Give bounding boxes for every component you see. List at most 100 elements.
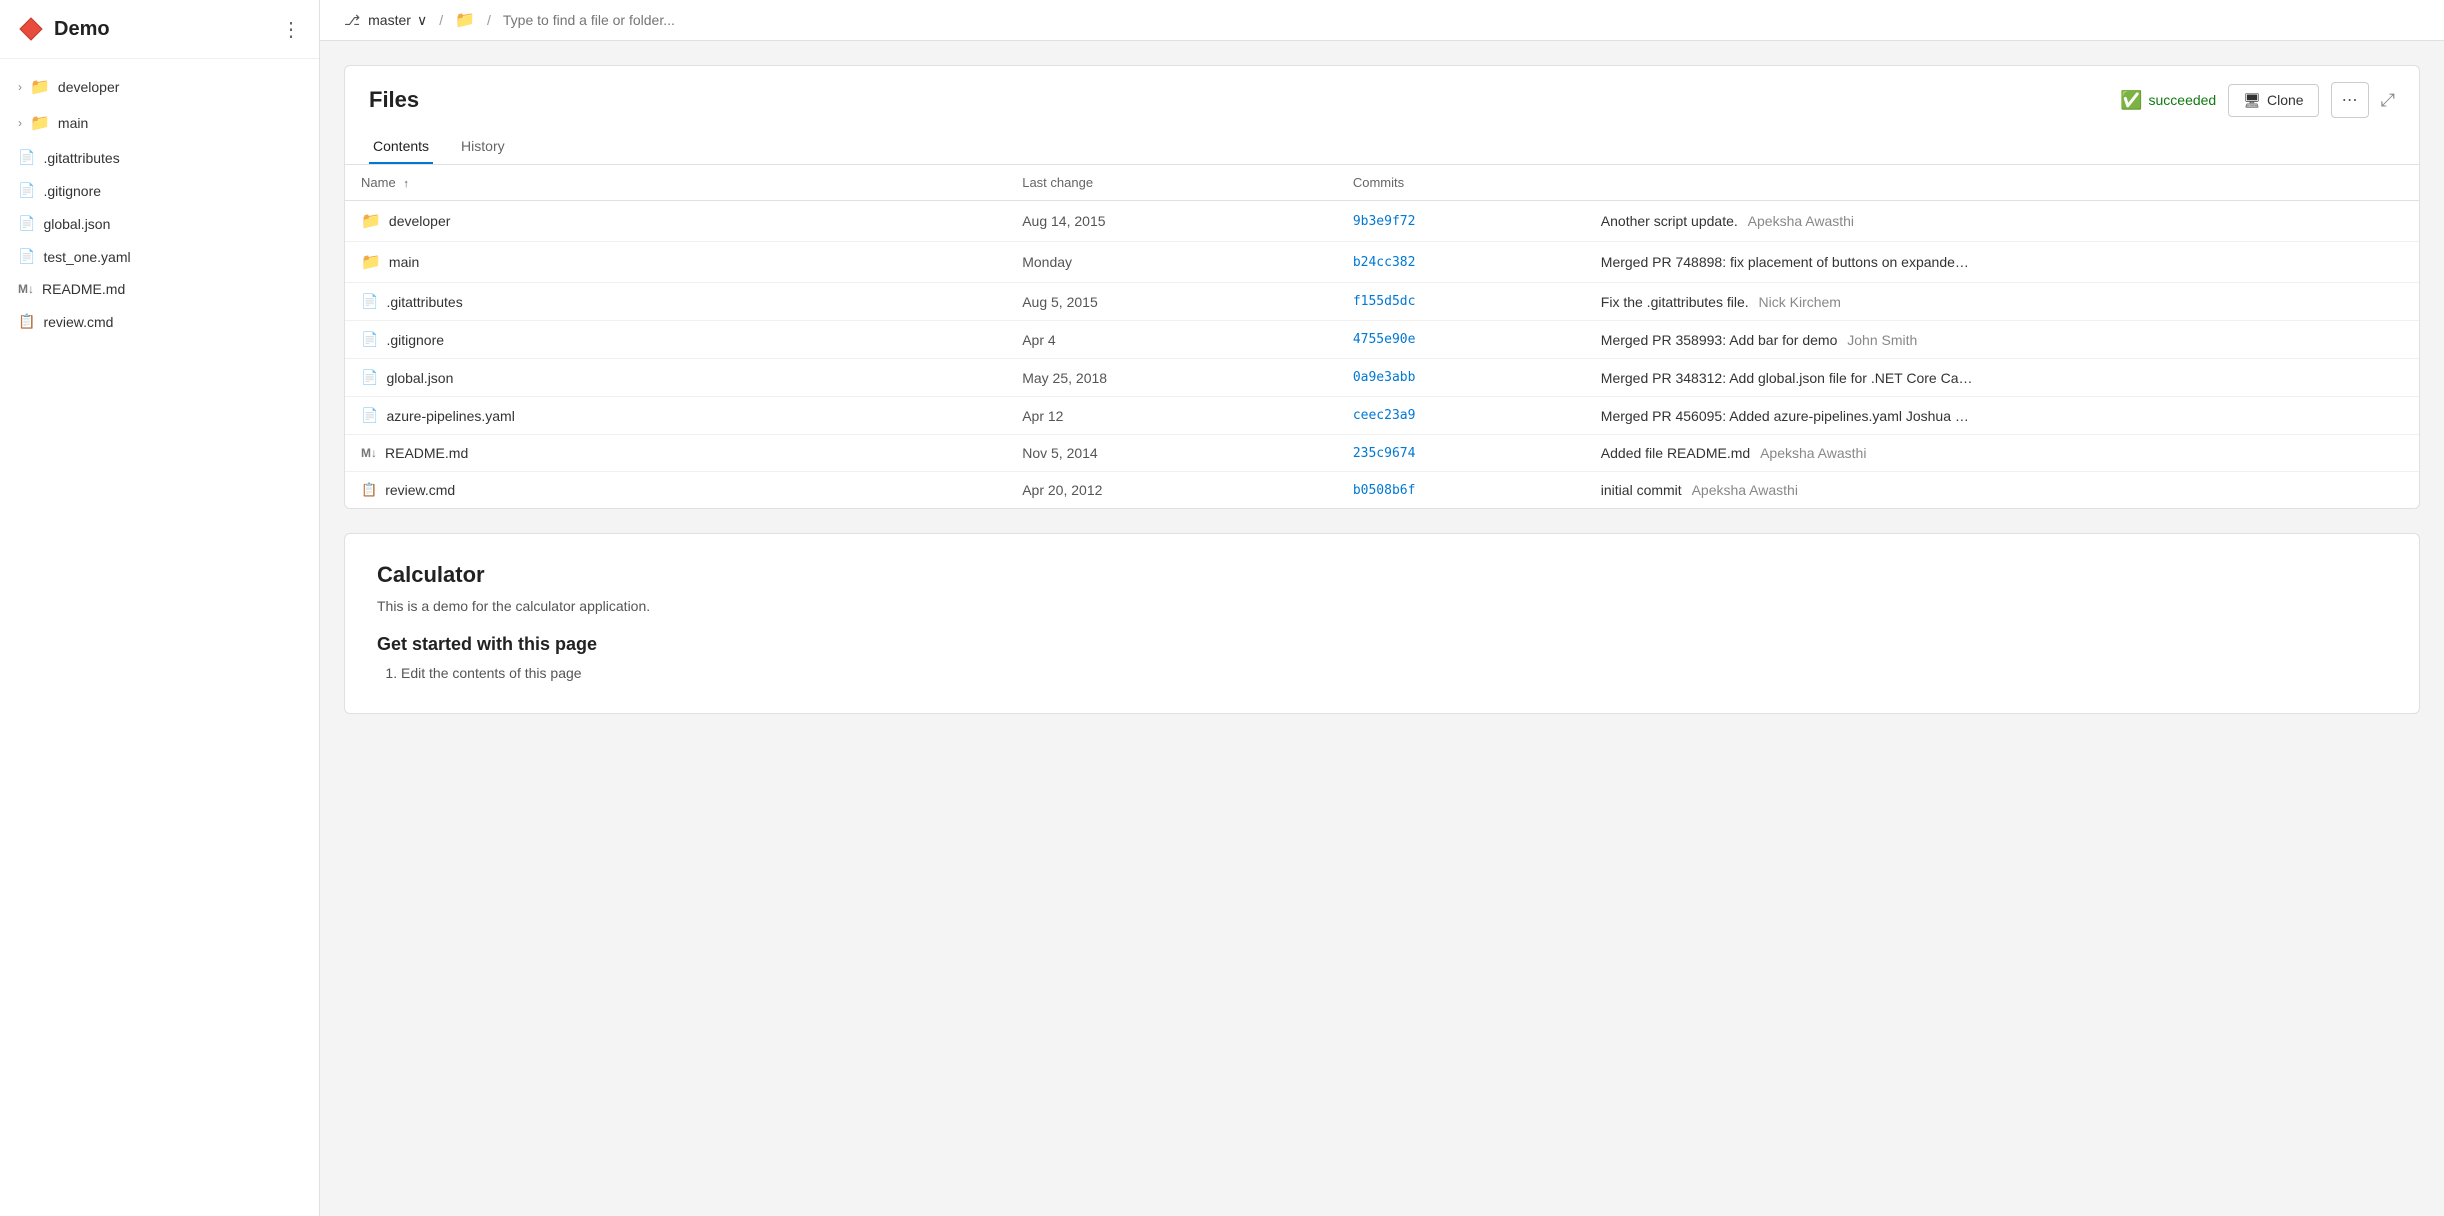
chevron-icon: › bbox=[18, 80, 22, 94]
path-separator: / bbox=[439, 12, 443, 28]
readme-list: Edit the contents of this page bbox=[377, 665, 2387, 681]
sidebar-folder-label: main bbox=[58, 115, 88, 131]
more-options-button[interactable]: ⋯ bbox=[2331, 82, 2369, 118]
file-icon: 📄 bbox=[18, 248, 35, 265]
md-icon: M↓ bbox=[18, 282, 34, 296]
commit-message: Fix the .gitattributes file. bbox=[1601, 294, 1749, 310]
sidebar-more-icon[interactable]: ⋮ bbox=[281, 17, 301, 42]
sidebar-item-global-json[interactable]: 📄 global.json bbox=[0, 207, 319, 240]
folder-icon: 📁 bbox=[30, 77, 50, 97]
branch-chevron-icon: ∨ bbox=[417, 12, 427, 29]
file-name: azure-pipelines.yaml bbox=[386, 408, 514, 424]
sidebar-item-gitattributes[interactable]: 📄 .gitattributes bbox=[0, 141, 319, 174]
file-icon: 📄 bbox=[18, 149, 35, 166]
sidebar-file-label: README.md bbox=[42, 281, 125, 297]
commit-author: Nick Kirchem bbox=[1759, 294, 1841, 310]
sidebar-file-label: test_one.yaml bbox=[43, 249, 130, 265]
app-title: Demo bbox=[54, 18, 110, 41]
branch-icon: ⎇ bbox=[344, 12, 360, 29]
check-circle-icon: ✅ bbox=[2120, 90, 2142, 111]
last-change-cell: Apr 12 bbox=[1006, 397, 1337, 435]
app-logo: Demo bbox=[18, 16, 110, 42]
th-commit-msg bbox=[1585, 165, 2419, 201]
commit-hash-cell[interactable]: 235c9674 bbox=[1337, 435, 1585, 472]
files-title: Files bbox=[369, 87, 419, 113]
folder-icon: 📁 bbox=[361, 252, 381, 272]
commit-hash-cell[interactable]: ceec23a9 bbox=[1337, 397, 1585, 435]
sidebar-item-review-cmd[interactable]: 📋 review.cmd bbox=[0, 305, 319, 338]
commit-hash-cell[interactable]: b0508b6f bbox=[1337, 472, 1585, 509]
commit-hash-cell[interactable]: f155d5dc bbox=[1337, 283, 1585, 321]
sidebar-item-main[interactable]: › 📁 main bbox=[0, 105, 319, 141]
table-row[interactable]: 📄 .gitattributes Aug 5, 2015 f155d5dc Fi… bbox=[345, 283, 2419, 321]
commit-message: Another script update. bbox=[1601, 213, 1738, 229]
sidebar-item-readme[interactable]: M↓ README.md bbox=[0, 273, 319, 305]
commit-msg-cell: initial commit Apeksha Awasthi bbox=[1585, 472, 2419, 509]
sidebar-file-label: global.json bbox=[43, 216, 110, 232]
file-name: README.md bbox=[385, 445, 468, 461]
file-name-cell[interactable]: M↓ README.md bbox=[345, 435, 1006, 472]
tab-contents[interactable]: Contents bbox=[369, 130, 433, 164]
file-name-cell[interactable]: 📁 main bbox=[345, 242, 1006, 283]
readme-get-started-title: Get started with this page bbox=[377, 634, 2387, 655]
table-row[interactable]: M↓ README.md Nov 5, 2014 235c9674 Added … bbox=[345, 435, 2419, 472]
file-name: .gitignore bbox=[386, 332, 444, 348]
th-name: Name ↑ bbox=[345, 165, 1006, 201]
commit-message: Merged PR 748898: fix placement of butto… bbox=[1601, 254, 1969, 270]
file-table: Name ↑ Last change Commits 📁 developer A… bbox=[345, 165, 2419, 508]
sidebar-folder-label: developer bbox=[58, 79, 120, 95]
top-bar: ⎇ master ∨ / 📁 / bbox=[320, 0, 2444, 41]
main-content: ⎇ master ∨ / 📁 / Files ✅ succeeded 🖥 Clo… bbox=[320, 0, 2444, 1216]
sidebar-item-developer[interactable]: › 📁 developer bbox=[0, 69, 319, 105]
file-name-cell[interactable]: 📁 developer bbox=[345, 201, 1006, 242]
table-row[interactable]: 📄 azure-pipelines.yaml Apr 12 ceec23a9 M… bbox=[345, 397, 2419, 435]
expand-icon[interactable]: ⤢ bbox=[2381, 90, 2395, 111]
cmd-icon: 📋 bbox=[361, 482, 377, 498]
table-row[interactable]: 📄 .gitignore Apr 4 4755e90e Merged PR 35… bbox=[345, 321, 2419, 359]
path-input[interactable] bbox=[503, 12, 2420, 28]
readme-title: Calculator bbox=[377, 562, 2387, 588]
clone-button[interactable]: 🖥 Clone bbox=[2228, 84, 2318, 117]
content-area: Files ✅ succeeded 🖥 Clone ⋯ ⤢ Contents bbox=[320, 41, 2444, 1216]
commit-message: Added file README.md bbox=[1601, 445, 1750, 461]
commit-author: John Smith bbox=[1847, 332, 1917, 348]
sidebar-file-label: .gitattributes bbox=[43, 150, 119, 166]
sidebar-item-test-one-yaml[interactable]: 📄 test_one.yaml bbox=[0, 240, 319, 273]
last-change-cell: Aug 5, 2015 bbox=[1006, 283, 1337, 321]
commit-author: Apeksha Awasthi bbox=[1692, 482, 1798, 498]
sidebar-item-gitignore[interactable]: 📄 .gitignore bbox=[0, 174, 319, 207]
table-row[interactable]: 📄 global.json May 25, 2018 0a9e3abb Merg… bbox=[345, 359, 2419, 397]
commit-message: initial commit bbox=[1601, 482, 1682, 498]
files-tabs: Contents History bbox=[345, 130, 2419, 165]
commit-hash-cell[interactable]: 0a9e3abb bbox=[1337, 359, 1585, 397]
file-name-cell[interactable]: 📋 review.cmd bbox=[345, 472, 1006, 509]
sidebar-file-label: review.cmd bbox=[43, 314, 113, 330]
table-row[interactable]: 📋 review.cmd Apr 20, 2012 b0508b6f initi… bbox=[345, 472, 2419, 509]
folder-icon: 📁 bbox=[361, 211, 381, 231]
chevron-icon: › bbox=[18, 116, 22, 130]
table-row[interactable]: 📁 developer Aug 14, 2015 9b3e9f72 Anothe… bbox=[345, 201, 2419, 242]
tab-history[interactable]: History bbox=[457, 130, 509, 164]
commit-hash-cell[interactable]: b24cc382 bbox=[1337, 242, 1585, 283]
commit-hash-cell[interactable]: 9b3e9f72 bbox=[1337, 201, 1585, 242]
file-icon: 📄 bbox=[361, 407, 378, 424]
last-change-cell: Aug 14, 2015 bbox=[1006, 201, 1337, 242]
table-row[interactable]: 📁 main Monday b24cc382 Merged PR 748898:… bbox=[345, 242, 2419, 283]
folder-icon: 📁 bbox=[30, 113, 50, 133]
sidebar-header: Demo ⋮ bbox=[0, 0, 319, 59]
md-icon: M↓ bbox=[361, 446, 377, 460]
file-name-cell[interactable]: 📄 .gitignore bbox=[345, 321, 1006, 359]
file-name: .gitattributes bbox=[386, 294, 462, 310]
file-name-cell[interactable]: 📄 azure-pipelines.yaml bbox=[345, 397, 1006, 435]
file-name-cell[interactable]: 📄 global.json bbox=[345, 359, 1006, 397]
commit-msg-cell: Merged PR 348312: Add global.json file f… bbox=[1585, 359, 2419, 397]
commit-hash-cell[interactable]: 4755e90e bbox=[1337, 321, 1585, 359]
sidebar-nav: › 📁 developer › 📁 main 📄 .gitattributes … bbox=[0, 59, 319, 348]
branch-name: master bbox=[368, 12, 411, 28]
th-commits: Commits bbox=[1337, 165, 1585, 201]
clone-icon: 🖥 bbox=[2243, 92, 2261, 109]
branch-selector[interactable]: master ∨ bbox=[368, 12, 427, 29]
files-actions: ✅ succeeded 🖥 Clone ⋯ ⤢ bbox=[2120, 82, 2395, 118]
commit-msg-cell: Fix the .gitattributes file. Nick Kirche… bbox=[1585, 283, 2419, 321]
file-name-cell[interactable]: 📄 .gitattributes bbox=[345, 283, 1006, 321]
